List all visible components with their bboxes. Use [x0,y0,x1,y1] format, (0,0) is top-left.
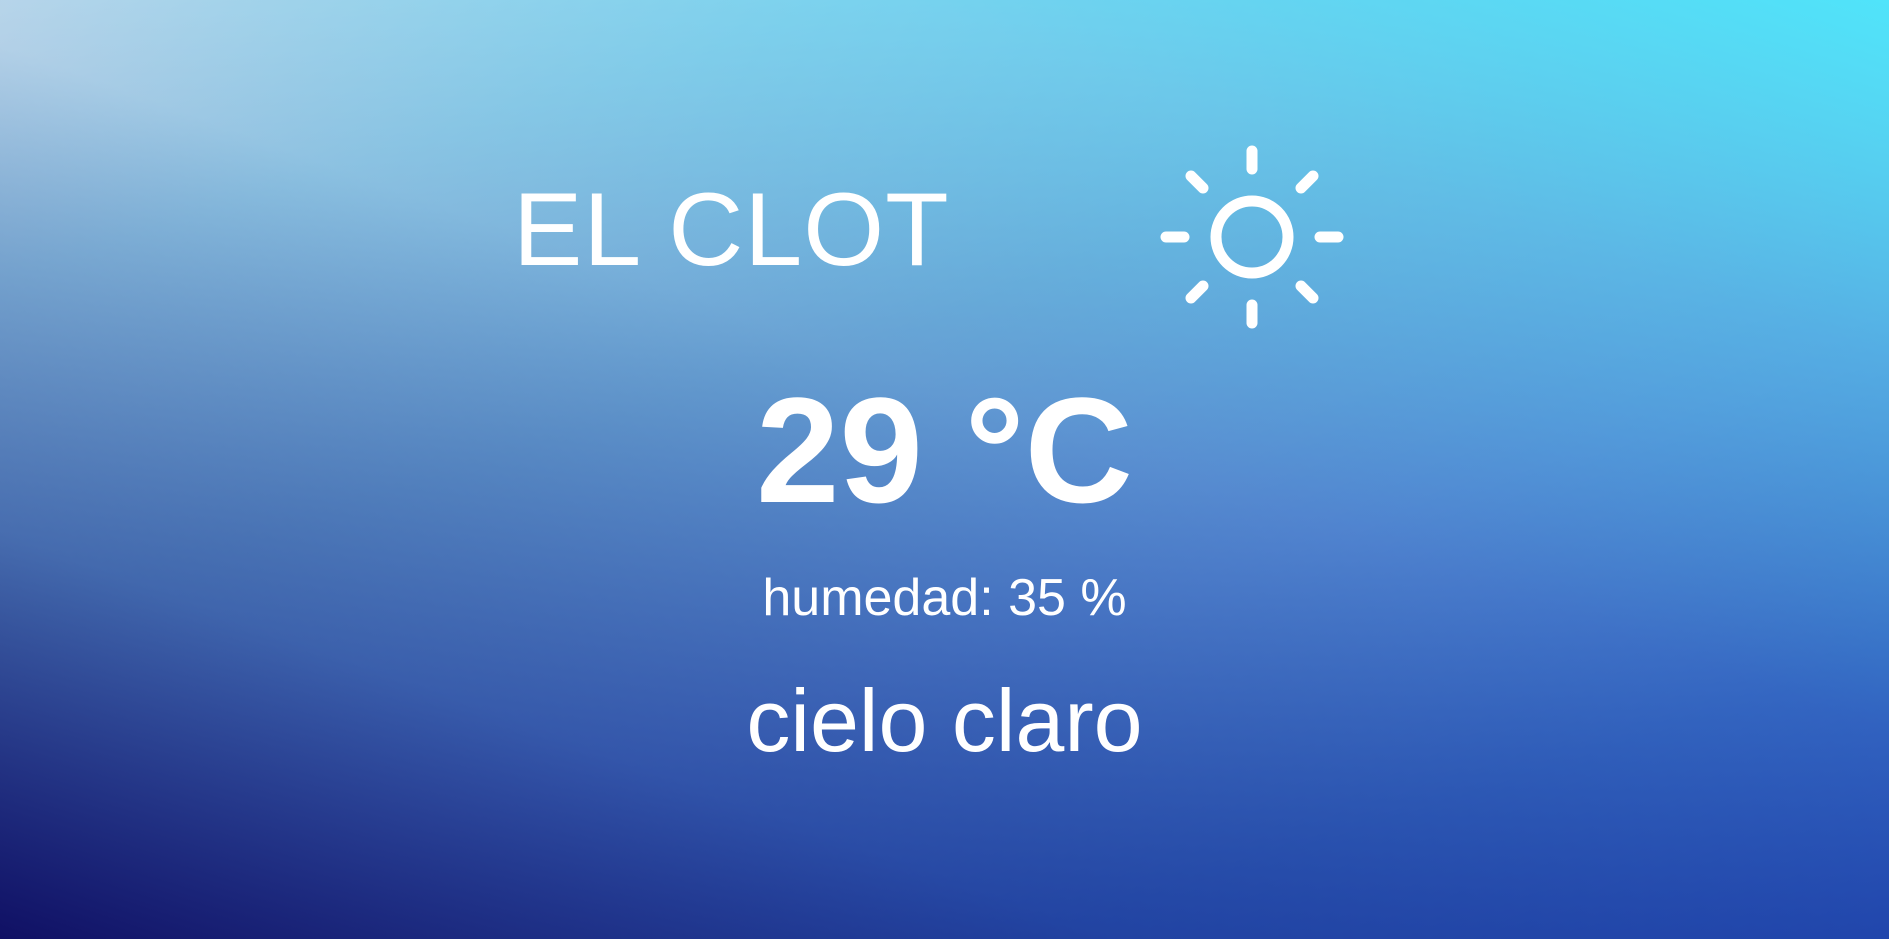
city-name: EL CLOT [513,172,950,288]
weather-card: EL CLOT 29 °C humedad: 35 % cielo claro [0,0,1889,939]
sun-icon [1160,145,1344,329]
weather-description: cielo claro [746,671,1143,770]
temperature: 29 °C [756,366,1133,534]
humidity: humedad: 35 % [762,569,1127,627]
